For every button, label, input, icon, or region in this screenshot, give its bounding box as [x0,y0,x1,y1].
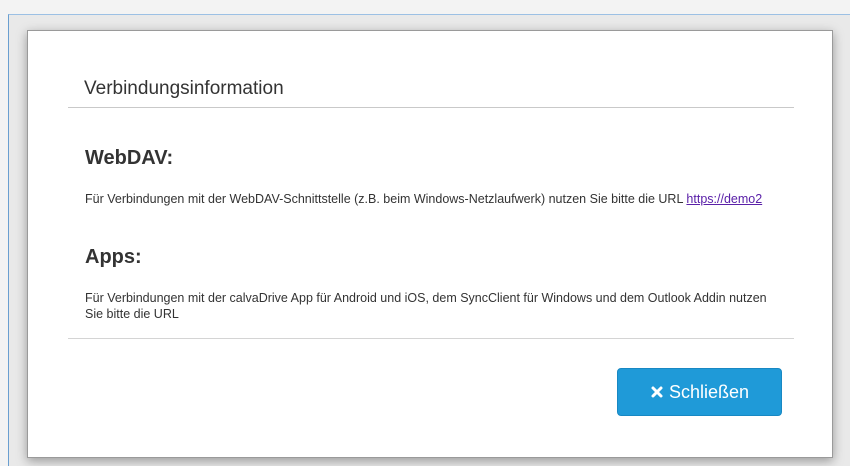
webdav-url-link[interactable]: https://demo2 [686,192,762,206]
webdav-text: Für Verbindungen mit der WebDAV-Schnitts… [85,192,687,206]
dialog-title: Verbindungsinformation [84,78,284,99]
apps-description: Für Verbindungen mit der calvaDrive App … [85,291,767,321]
webdav-description: Für Verbindungen mit der WebDAV-Schnitts… [85,191,775,207]
connection-info-dialog: Verbindungsinformation WebDAV: Für Verbi… [27,30,833,458]
apps-heading: Apps: [85,246,142,268]
dialog-header: Verbindungsinformation [68,72,794,108]
close-icon [650,385,664,399]
close-button[interactable]: Schließen [617,368,782,416]
webdav-heading: WebDAV: [85,147,174,169]
footer-divider [68,338,794,339]
close-button-label: Schließen [668,381,750,402]
